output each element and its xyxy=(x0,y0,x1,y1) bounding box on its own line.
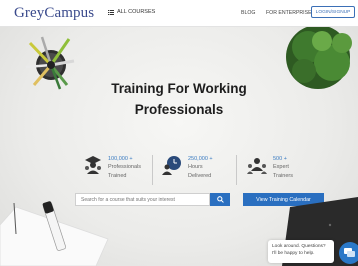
hero-title-line1: Training For Working xyxy=(111,81,247,96)
chat-launcher-button[interactable] xyxy=(339,242,358,264)
trainer-icon xyxy=(247,158,267,174)
notebook-marker-illustration xyxy=(0,201,109,266)
logo[interactable]: GreyCampus xyxy=(14,5,94,22)
graduate-icon xyxy=(85,156,101,174)
stat-number: 100,000 + xyxy=(108,156,133,162)
search-button[interactable] xyxy=(210,193,230,206)
clock-person-icon xyxy=(162,156,181,175)
stat-label: Trainers xyxy=(273,172,293,179)
stat-label: Delivered xyxy=(188,172,212,179)
top-navbar: GreyCampus ALL COURSES BLOG FOR ENTERPRI… xyxy=(0,0,358,27)
stat-label: Trained xyxy=(108,172,127,179)
for-enterprise-link[interactable]: FOR ENTERPRISE xyxy=(266,10,312,16)
chat-line2: I'll be happy to help. xyxy=(272,251,315,256)
chat-icon xyxy=(344,248,355,257)
chat-prompt-bubble[interactable]: Look around. Questions? I'll be happy to… xyxy=(268,240,334,263)
stat-divider xyxy=(236,155,237,185)
stat-hours: 250,000 + Hours Delivered xyxy=(162,155,213,180)
search-icon xyxy=(216,196,224,203)
stat-label: Hours xyxy=(188,164,203,170)
stat-trainers: 500 + Expert Trainers xyxy=(247,155,293,180)
stat-label: Professionals xyxy=(108,164,142,170)
stat-divider xyxy=(152,155,153,185)
login-signup-button[interactable]: LOGIN/SIGNUP xyxy=(311,6,355,18)
list-icon xyxy=(108,9,114,15)
hero-section: Training For Working Professionals 100,0… xyxy=(0,27,358,266)
all-courses-menu[interactable]: ALL COURSES xyxy=(108,9,155,15)
stat-professionals: 100,000 + Professionals Trained xyxy=(84,155,141,180)
blog-link[interactable]: BLOG xyxy=(241,10,255,16)
hero-title-line2: Professionals xyxy=(134,102,224,117)
chat-line1: Look around. Questions? xyxy=(272,244,326,249)
stat-label: Expert xyxy=(273,164,289,170)
stat-number: 500 + xyxy=(273,156,287,162)
all-courses-label: ALL COURSES xyxy=(117,9,156,15)
stat-number: 250,000 + xyxy=(188,156,213,162)
